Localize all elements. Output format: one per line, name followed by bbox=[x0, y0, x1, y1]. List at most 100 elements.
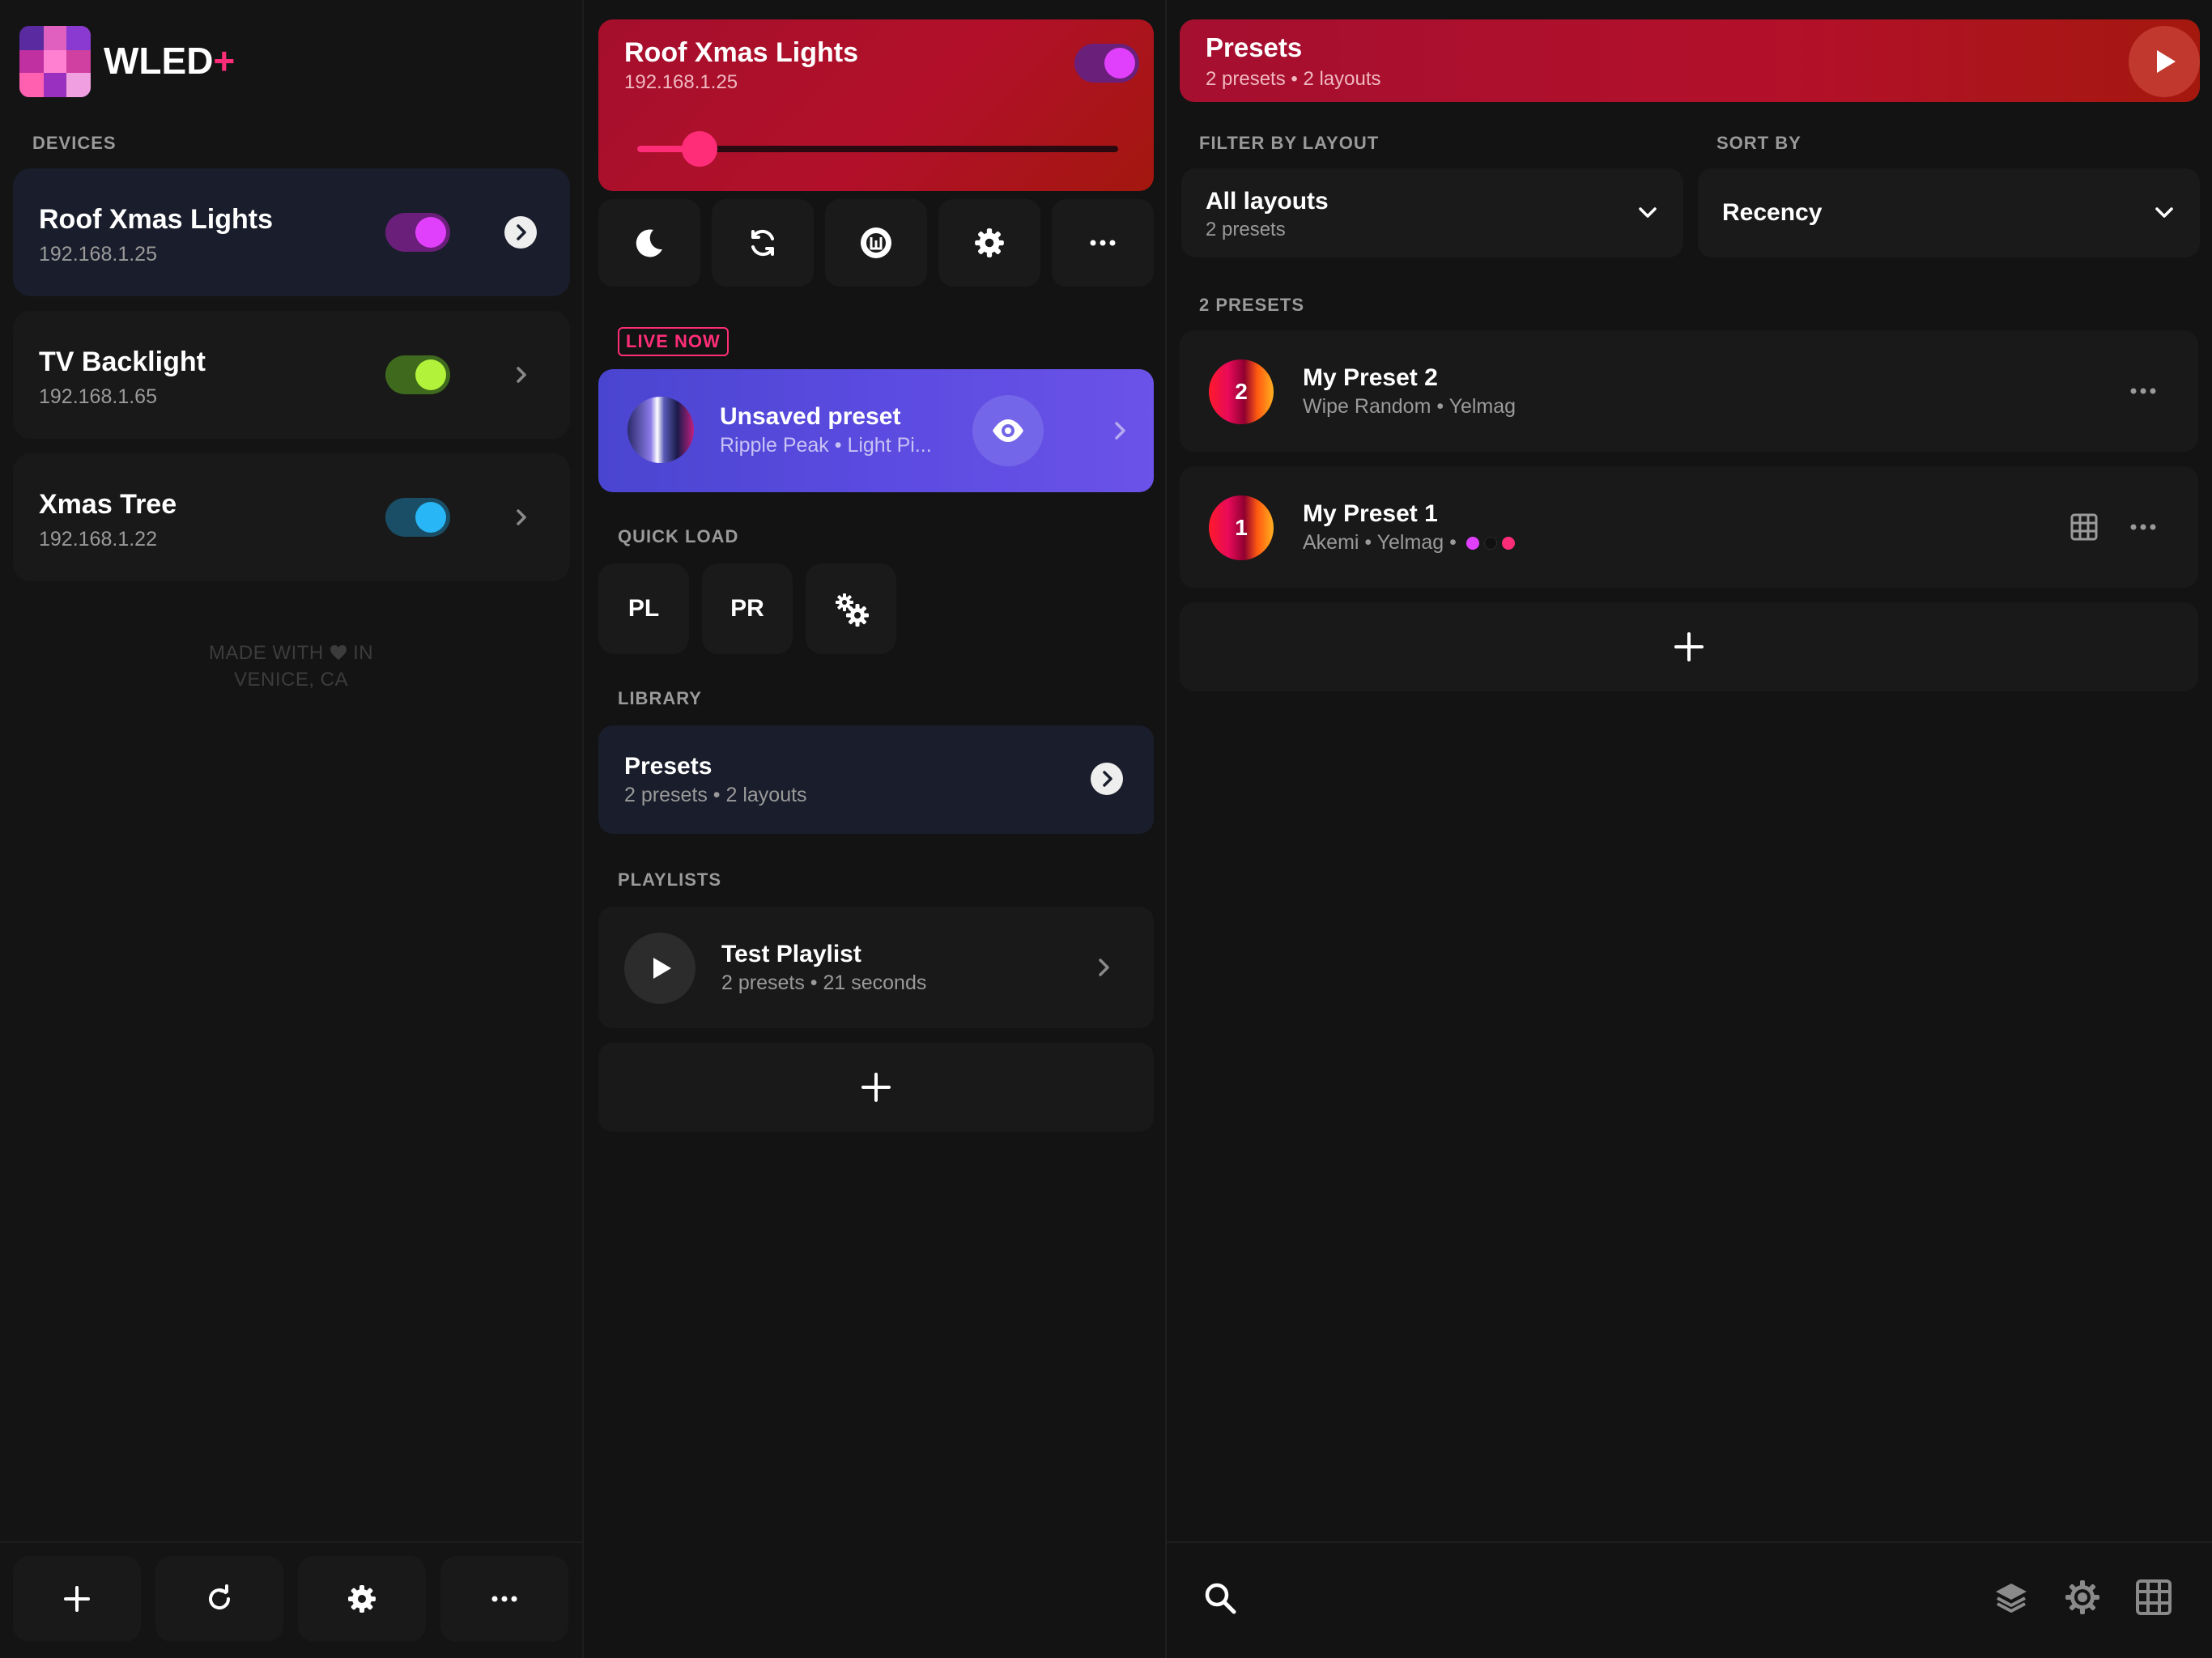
wled-icon bbox=[861, 227, 891, 258]
devices-label: DEVICES bbox=[32, 133, 117, 153]
device-card-roof-xmas-lights[interactable]: Roof Xmas Lights 192.168.1.25 bbox=[13, 168, 570, 296]
device-panel: Roof Xmas Lights 192.168.1.25 LIVE NOW U… bbox=[582, 0, 1165, 1658]
sync-button[interactable] bbox=[712, 199, 814, 287]
library-subtitle: 2 presets • 2 layouts bbox=[624, 784, 807, 806]
presets-subtitle: 2 presets • 2 layouts bbox=[1206, 68, 1381, 90]
library-presets-card[interactable]: Presets 2 presets • 2 layouts bbox=[598, 725, 1154, 834]
sort-by-select[interactable]: Recency bbox=[1698, 168, 2200, 257]
bottom-divider bbox=[1167, 1541, 2212, 1543]
filter-layout-select[interactable]: All layouts 2 presets bbox=[1181, 168, 1683, 257]
preset-subtitle: Wipe Random • Yelmag bbox=[1303, 395, 1516, 418]
gear-icon bbox=[348, 1585, 376, 1613]
chevron-right-icon[interactable] bbox=[1104, 414, 1136, 447]
play-presets-button[interactable] bbox=[2129, 26, 2200, 97]
chevron-right-icon[interactable] bbox=[1091, 763, 1123, 795]
playlists-label: PLAYLISTS bbox=[618, 869, 721, 890]
device-power-toggle[interactable] bbox=[1074, 44, 1139, 83]
app-name: WLED+ bbox=[104, 40, 236, 82]
filter-subtitle: 2 presets bbox=[1206, 219, 1286, 240]
chevron-down-icon bbox=[1639, 207, 1657, 218]
preset-number-badge: 1 bbox=[1209, 495, 1274, 560]
device-power-toggle[interactable] bbox=[385, 213, 450, 252]
filter-by-layout-label: FILTER BY LAYOUT bbox=[1199, 133, 1380, 153]
sync-icon bbox=[751, 229, 774, 257]
settings-button[interactable] bbox=[298, 1556, 426, 1642]
device-card-xmas-tree[interactable]: Xmas Tree 192.168.1.22 bbox=[13, 453, 570, 581]
preset-row-1[interactable]: 1 My Preset 1 Akemi • Yelmag • bbox=[1180, 466, 2198, 588]
add-icon bbox=[1674, 632, 1704, 661]
device-card-tv-backlight[interactable]: TV Backlight 192.168.1.65 bbox=[13, 311, 570, 439]
quick-load-settings-button[interactable] bbox=[806, 563, 896, 654]
device-ip: 192.168.1.22 bbox=[39, 528, 157, 551]
live-preset-title: Unsaved preset bbox=[720, 403, 901, 430]
live-preset-card[interactable]: Unsaved preset Ripple Peak • Light Pi... bbox=[598, 369, 1154, 492]
quick-load-pr-button[interactable]: PR bbox=[702, 563, 793, 654]
presets-title: Presets bbox=[1206, 32, 1303, 62]
presets-header: Presets 2 presets • 2 layouts bbox=[1180, 19, 2200, 102]
preview-button[interactable] bbox=[972, 395, 1044, 466]
more-icon bbox=[491, 1596, 517, 1602]
wled-info-button[interactable] bbox=[825, 199, 927, 287]
chevron-right-icon[interactable] bbox=[504, 359, 537, 391]
playlist-title: Test Playlist bbox=[721, 941, 861, 967]
preset-color-dot bbox=[1465, 537, 1479, 550]
device-name: Roof Xmas Lights bbox=[39, 204, 274, 235]
more-icon bbox=[1090, 240, 1116, 246]
add-icon bbox=[861, 1073, 891, 1102]
layout-grid-icon[interactable] bbox=[2070, 513, 2098, 541]
live-now-badge: LIVE NOW bbox=[618, 327, 729, 356]
presets-panel: Presets 2 presets • 2 layouts FILTER BY … bbox=[1165, 0, 2212, 1658]
device-ip: 192.168.1.25 bbox=[624, 71, 738, 93]
preset-number-badge: 2 bbox=[1209, 359, 1274, 424]
more-button[interactable] bbox=[440, 1556, 568, 1642]
gear-icon bbox=[975, 228, 1004, 257]
add-playlist-button[interactable] bbox=[598, 1043, 1154, 1132]
sort-value: Recency bbox=[1722, 199, 1823, 226]
device-ip: 192.168.1.65 bbox=[39, 385, 157, 408]
device-header: Roof Xmas Lights 192.168.1.25 bbox=[598, 19, 1154, 191]
device-ip: 192.168.1.25 bbox=[39, 243, 157, 266]
add-preset-button[interactable] bbox=[1180, 602, 2198, 691]
chevron-right-icon[interactable] bbox=[1087, 951, 1120, 984]
quick-load-pl-button[interactable]: PL bbox=[598, 563, 689, 654]
grid-icon[interactable] bbox=[2135, 1579, 2172, 1616]
device-power-toggle[interactable] bbox=[385, 498, 450, 537]
devices-sidebar: WLED+ DEVICES Roof Xmas Lights 192.168.1… bbox=[0, 0, 582, 1658]
device-settings-button[interactable] bbox=[938, 199, 1040, 287]
bottom-divider bbox=[0, 1541, 582, 1543]
chevron-right-icon[interactable] bbox=[504, 216, 537, 249]
library-title: Presets bbox=[624, 753, 713, 780]
brightness-icon[interactable] bbox=[2064, 1579, 2101, 1616]
more-icon[interactable] bbox=[2127, 379, 2159, 403]
filter-value: All layouts bbox=[1206, 188, 1329, 215]
nightlight-button[interactable] bbox=[598, 199, 700, 287]
more-icon[interactable] bbox=[2127, 515, 2159, 539]
presets-count-label: 2 PRESETS bbox=[1199, 295, 1305, 315]
add-device-button[interactable] bbox=[13, 1556, 141, 1642]
playlist-subtitle: 2 presets • 21 seconds bbox=[721, 971, 927, 994]
play-playlist-button[interactable] bbox=[624, 933, 696, 1004]
brightness-slider-thumb[interactable] bbox=[682, 131, 718, 167]
play-icon bbox=[2157, 50, 2176, 73]
heart-icon bbox=[330, 644, 347, 661]
preset-color-dot bbox=[1501, 537, 1515, 550]
preset-color-swatch bbox=[627, 397, 694, 463]
moon-icon bbox=[636, 229, 662, 257]
refresh-icon bbox=[209, 1584, 231, 1610]
live-preset-subtitle: Ripple Peak • Light Pi... bbox=[720, 434, 932, 457]
preset-row-2[interactable]: 2 My Preset 2 Wipe Random • Yelmag bbox=[1180, 330, 2198, 452]
chevron-down-icon bbox=[2155, 207, 2173, 218]
layers-icon[interactable] bbox=[1993, 1579, 2030, 1616]
playlist-card[interactable]: Test Playlist 2 presets • 21 seconds bbox=[598, 907, 1154, 1028]
refresh-button[interactable] bbox=[155, 1556, 283, 1642]
add-icon bbox=[64, 1586, 90, 1612]
device-power-toggle[interactable] bbox=[385, 355, 450, 394]
sort-by-label: SORT BY bbox=[1716, 133, 1802, 153]
chevron-right-icon[interactable] bbox=[504, 501, 537, 534]
library-label: LIBRARY bbox=[618, 688, 702, 708]
device-more-button[interactable] bbox=[1052, 199, 1154, 287]
device-title: Roof Xmas Lights bbox=[624, 37, 859, 68]
preset-subtitle: Akemi • Yelmag • bbox=[1303, 531, 1515, 555]
eye-icon bbox=[993, 419, 1023, 442]
search-icon[interactable] bbox=[1202, 1580, 1238, 1616]
